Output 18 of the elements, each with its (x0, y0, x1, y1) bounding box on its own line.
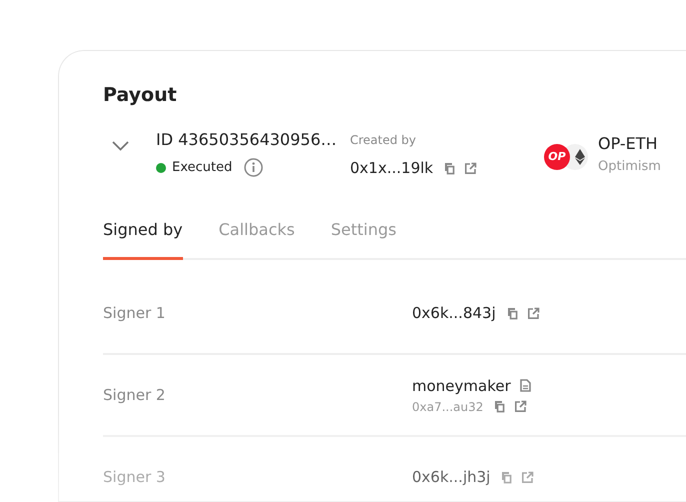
token-logo: OP (544, 144, 570, 170)
tab[interactable]: Signed by (103, 220, 183, 260)
token-network: Optimism (598, 159, 661, 174)
token-symbol: OP-ETH (598, 133, 658, 155)
signer-label: Signer 3 (103, 468, 166, 486)
signer-alias: moneymaker (412, 376, 511, 394)
tab[interactable]: Callbacks (218, 220, 295, 260)
card-title: Payout (103, 83, 177, 108)
created-by-label: Created by (350, 132, 416, 148)
payout-id: ID 43650356430956… (156, 129, 337, 151)
tab[interactable]: Settings (330, 220, 396, 260)
signer-label: Signer 1 (103, 304, 166, 322)
signer-address: 0xa7...au32 (412, 400, 484, 414)
signer-label: Signer 2 (103, 386, 166, 404)
status-label: Executed (172, 160, 232, 175)
signer-address: 0x6k...jh3j (412, 468, 490, 486)
signer-address: 0x6k...843j (412, 304, 496, 322)
creator-address: 0x1x...19lk (350, 158, 434, 178)
